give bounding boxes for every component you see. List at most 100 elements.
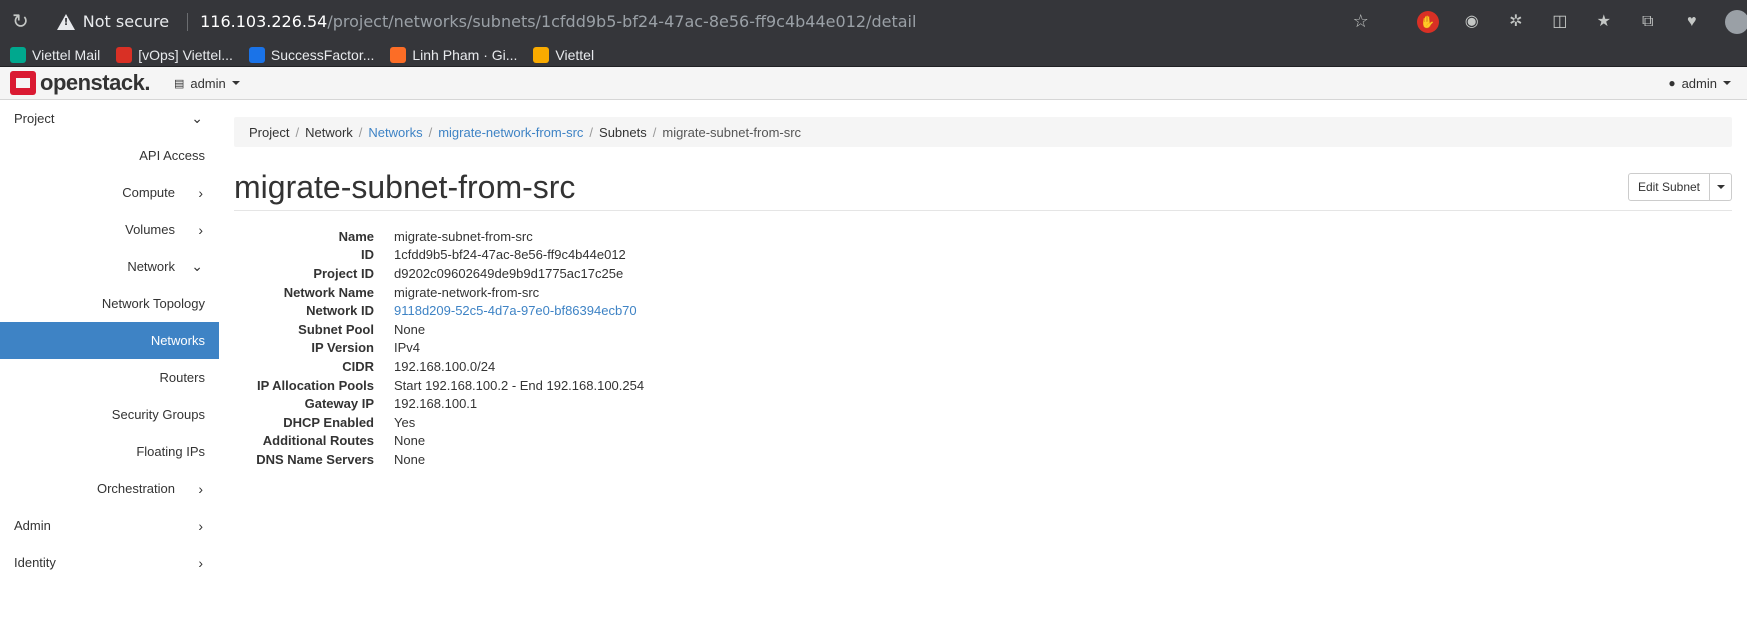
sidebar-item-label: Volumes [125, 222, 175, 237]
actions-button-group: Edit Subnet [1627, 173, 1732, 201]
bookmark-viettel-mail[interactable]: Viettel Mail [10, 46, 101, 63]
project-icon: ▤ [173, 77, 185, 90]
sidebar-item-security-groups[interactable]: Security Groups [0, 396, 219, 433]
sidebar-item-label: Routers [159, 370, 205, 385]
successfactors-icon [248, 46, 265, 63]
folder-icon [533, 46, 550, 63]
warning-icon [56, 13, 75, 30]
sidebar-item-network-topology[interactable]: Network Topology [0, 285, 219, 322]
openstack-logo-icon [10, 71, 36, 95]
sidebar-item-orchestration[interactable]: Orchestration › [0, 470, 219, 507]
detail-row-project-id: Project ID d9202c09602649de9b9d1775ac17c… [234, 264, 1732, 283]
bookmark-label: SuccessFactor... [270, 46, 375, 63]
chevron-down-icon: ⌄ [191, 258, 203, 274]
sidebar-item-identity[interactable]: Identity › [0, 544, 219, 581]
detail-label: Additional Routes [262, 433, 374, 449]
detail-label: DHCP Enabled [283, 414, 374, 430]
sidebar-item-label: API Access [139, 148, 205, 163]
detail-row-additional-routes: Additional Routes None [234, 432, 1732, 451]
address-bar[interactable]: Not secure 116.103.226.54/project/networ… [43, 6, 1383, 38]
detail-value: None [394, 451, 426, 467]
sidebar-item-label: Project [14, 111, 55, 126]
detail-label: Gateway IP [304, 396, 374, 412]
detail-value: 192.168.100.1 [394, 396, 478, 412]
sidebar-item-network[interactable]: Network ⌄ [0, 248, 219, 285]
detail-value: Start 192.168.100.2 - End 192.168.100.25… [394, 377, 645, 393]
main-content: Project / Network / Networks / migrate-n… [219, 100, 1747, 630]
split-screen-icon[interactable]: ◫ [1549, 11, 1571, 33]
gitlab-icon [390, 46, 407, 63]
detail-value: d9202c09602649de9b9d1775ac17c25e [394, 265, 624, 281]
detail-value: None [394, 321, 426, 337]
caret-down-icon [1716, 185, 1725, 189]
detail-label: Network ID [306, 303, 374, 319]
security-label[interactable]: Not secure [83, 12, 169, 31]
chevron-right-icon: › [198, 480, 203, 497]
browser-essentials-icon[interactable]: ♥ [1681, 11, 1703, 33]
bookmark-star-icon[interactable]: ☆ [1353, 11, 1369, 32]
sidebar-item-label: Network Topology [101, 296, 205, 311]
detail-row-ip-allocation-pools: IP Allocation Pools Start 192.168.100.2 … [234, 376, 1732, 395]
edit-subnet-button[interactable]: Edit Subnet [1627, 173, 1710, 201]
bookmark-viettel-folder[interactable]: Viettel [533, 46, 594, 63]
detail-row-network-id: Network ID 9118d209-52c5-4d7a-97e0-bf863… [234, 301, 1732, 320]
page-header: migrate-subnet-from-src Edit Subnet [234, 147, 1732, 211]
detail-row-name: Name migrate-subnet-from-src [234, 227, 1732, 246]
logo-text: openstack. [40, 70, 150, 95]
bookmark-successfactors[interactable]: SuccessFactor... [248, 46, 375, 63]
reload-icon[interactable]: ↻ [12, 11, 29, 33]
detail-value: IPv4 [394, 340, 421, 356]
detail-row-ip-version: IP Version IPv4 [234, 339, 1732, 358]
detail-row-subnet-pool: Subnet Pool None [234, 320, 1732, 339]
sidebar-item-networks[interactable]: Networks [0, 322, 219, 359]
sidebar-item-project[interactable]: Project ⌄ [0, 100, 219, 137]
breadcrumb-network-name-link[interactable]: migrate-network-from-src [438, 125, 583, 140]
sidebar-item-compute[interactable]: Compute › [0, 174, 219, 211]
sidebar-item-volumes[interactable]: Volumes › [0, 211, 219, 248]
user-menu[interactable]: ● admin [1668, 76, 1731, 91]
user-icon: ● [1668, 76, 1676, 90]
bookmark-gitlab[interactable]: Linh Pham · Gi... [390, 46, 517, 63]
bookmarks-bar: Viettel Mail [vOps] Viettel... SuccessFa… [0, 43, 1747, 67]
browser-toolbar: ↻ Not secure 116.103.226.54/project/netw… [0, 0, 1747, 43]
sidebar-item-api-access[interactable]: API Access [0, 137, 219, 174]
openstack-header: openstack. ▤ admin ● admin [0, 67, 1747, 100]
viettel-mail-icon [10, 46, 26, 63]
bookmark-vops[interactable]: [vOps] Viettel... [116, 46, 233, 63]
address-separator [187, 12, 189, 31]
extensions-puzzle-icon[interactable]: ✲ [1505, 11, 1527, 33]
detail-label: ID [361, 247, 374, 263]
sidebar-item-label: Compute [122, 185, 175, 200]
detail-label: Network Name [283, 284, 374, 300]
collections-icon[interactable]: ⧉ [1637, 11, 1659, 33]
sidebar-item-label: Orchestration [96, 481, 175, 496]
chevron-down-icon: ⌄ [191, 110, 203, 126]
breadcrumb-project: Project [249, 124, 290, 140]
favorites-icon[interactable]: ★ [1593, 11, 1615, 33]
detail-label: Name [338, 228, 374, 244]
detail-row-network-name: Network Name migrate-network-from-src [234, 283, 1732, 302]
extension-red-icon[interactable]: ✋ [1416, 10, 1439, 33]
breadcrumb-divider: / [295, 124, 300, 140]
breadcrumb-subnet-name: migrate-subnet-from-src [662, 124, 802, 140]
sidebar-item-label: Identity [14, 555, 56, 570]
network-id-link[interactable]: 9118d209-52c5-4d7a-97e0-bf86394ecb70 [394, 303, 1732, 318]
chevron-right-icon: › [198, 184, 203, 201]
actions-dropdown-toggle[interactable] [1710, 173, 1732, 201]
breadcrumb-networks-link[interactable]: Networks [368, 125, 422, 140]
detail-label: Project ID [313, 265, 374, 281]
detail-row-gateway-ip: Gateway IP 192.168.100.1 [234, 394, 1732, 413]
sidebar-item-floating-ips[interactable]: Floating IPs [0, 433, 219, 470]
bookmark-label: Viettel Mail [32, 46, 101, 63]
sidebar-item-routers[interactable]: Routers [0, 359, 219, 396]
sidebar-item-admin[interactable]: Admin › [0, 507, 219, 544]
openstack-logo[interactable]: openstack. [10, 70, 150, 96]
reading-mode-icon[interactable]: ◉ [1461, 11, 1483, 33]
caret-down-icon [231, 81, 240, 85]
detail-value: migrate-subnet-from-src [394, 228, 533, 244]
project-selector[interactable]: ▤ admin [174, 76, 240, 91]
breadcrumb-divider: / [358, 124, 363, 140]
detail-label: CIDR [342, 358, 374, 374]
profile-avatar[interactable] [1724, 9, 1747, 34]
detail-row-dns-name-servers: DNS Name Servers None [234, 450, 1732, 469]
